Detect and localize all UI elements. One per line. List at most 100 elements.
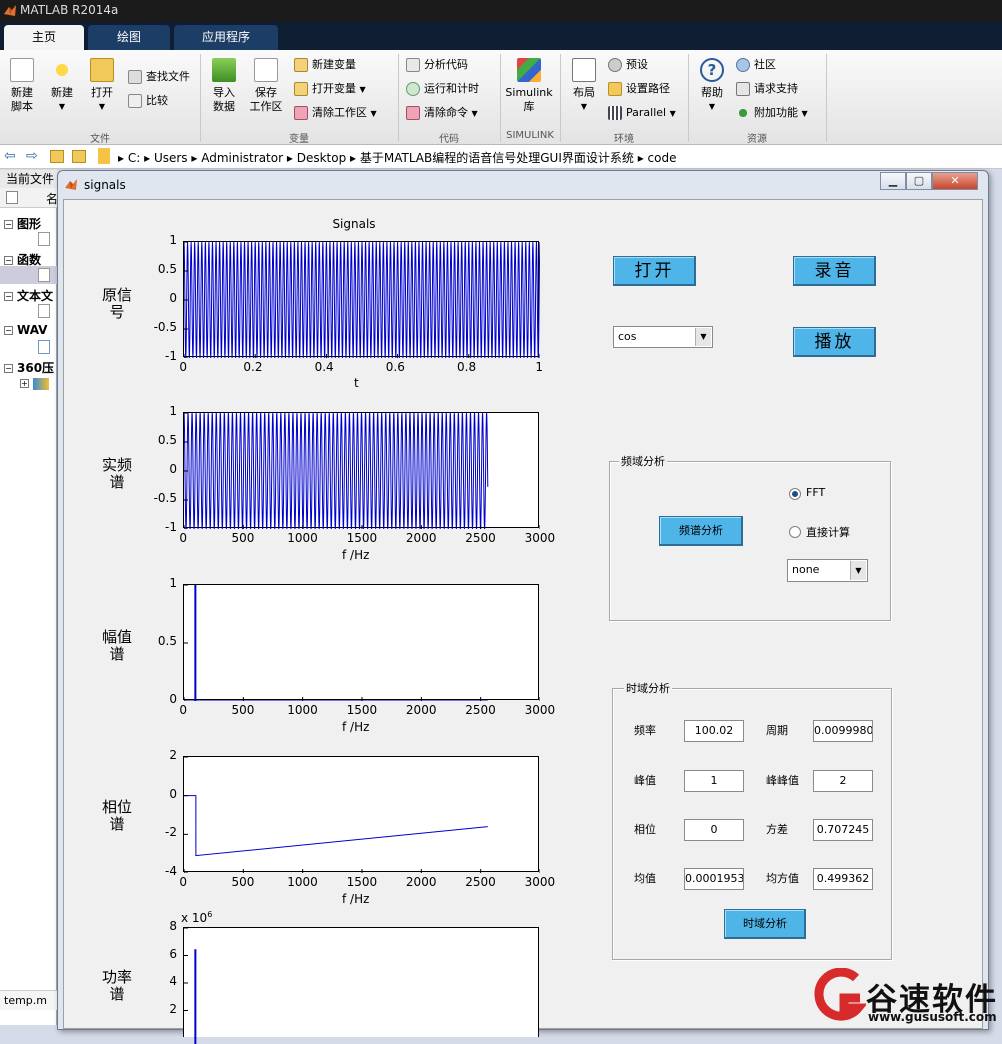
tree-group[interactable]: − WAV [4,323,47,337]
time-field-value[interactable]: 0.707245 [813,819,873,841]
x-tick-label: 2500 [465,703,496,717]
y-tick-label: 0 [169,291,177,305]
axes5-exponent-power: 6 [207,910,213,919]
collapse-icon[interactable]: − [4,256,13,265]
time-field-value[interactable]: 0.00019531 [684,868,744,890]
x-tick-label: 0.2 [243,360,263,374]
figure-titlebar[interactable]: signals ▁ ▢ ✕ [58,171,988,199]
parallel-button[interactable]: Parallel ▼ [608,104,676,122]
time-field-value[interactable]: 0.499362 [813,868,873,890]
breadcrumb-item[interactable]: Administrator [201,151,283,165]
clear-commands-button[interactable]: 清除命令 ▼ [406,104,478,122]
collapse-icon[interactable]: − [4,364,13,373]
time-field-value[interactable]: 1 [684,770,744,792]
analyze-code-button[interactable]: 分析代码 [406,56,468,74]
spectrum-analysis-button[interactable]: 频谱分析 [659,516,743,546]
y-tick-label: 0 [169,786,177,801]
time-field-value[interactable]: 0.00999805 [813,720,873,742]
save-workspace-button[interactable]: 保存 工作区 [246,58,286,114]
collapse-icon[interactable]: − [4,220,13,229]
run-and-time-button[interactable]: 运行和计时 [406,80,479,98]
community-button[interactable]: 社区 [736,56,776,74]
time-field-label: 均方值 [766,872,799,885]
axes-power-spectrum[interactable] [183,927,539,1044]
find-files-icon [128,70,142,84]
axes3-ylabel: 幅值 谱 [101,628,132,663]
axes-real-spectrum[interactable] [183,412,540,529]
breadcrumb-item[interactable]: C: [128,151,140,165]
compare-button[interactable]: 比较 [128,92,168,110]
window-type-select[interactable]: none ▼ [787,559,868,582]
addons-plus-icon [736,106,750,120]
import-data-button[interactable]: 导入 数据 [204,58,244,114]
checkbox-icon[interactable] [6,191,18,204]
clear-workspace-button[interactable]: 清除工作区 ▼ [294,104,377,122]
simulink-library-button[interactable]: Simulink 库 [504,58,554,114]
gear-icon [608,58,622,72]
y-tick-label: 4 [169,974,177,988]
open-button[interactable]: 打开 [613,256,696,286]
tree-group[interactable]: − 文本文 [4,287,53,304]
open-dropdown-icon: ▼ [98,102,106,111]
x-tick-label: 2500 [465,531,496,545]
request-support-button[interactable]: 请求支持 [736,80,798,98]
expand-icon[interactable]: + [20,379,29,388]
set-path-button[interactable]: 设置路径 [608,80,670,98]
preferences-button[interactable]: 预设 [608,56,648,74]
analyze-code-label: 分析代码 [424,58,468,71]
browse-folder-icon[interactable] [72,150,86,163]
x-tick-label: 1500 [346,531,378,545]
tree-group[interactable]: − 图形 [4,215,41,232]
chevron-down-icon[interactable]: ▼ [695,328,711,346]
tree-group[interactable]: −360压 [4,359,54,376]
breadcrumb-item[interactable]: Users [154,151,188,165]
help-button[interactable]: ? 帮助 ▼ [692,58,732,114]
address-bar[interactable]: ⇦ ⇨ ▸ C: ▸ Users ▸ Administrator ▸ Deskt… [0,145,1002,169]
folder-open-icon [90,58,114,82]
new-script-button[interactable]: 新建 脚本 [2,58,42,114]
axes-original-signal[interactable] [183,241,540,358]
forward-arrow-icon[interactable]: ⇨ [26,148,38,164]
tab-apps[interactable]: 应用程序 [174,25,278,50]
play-button[interactable]: 播放 [793,327,876,357]
breadcrumb-item[interactable]: 基于MATLAB编程的语音信号处理GUI界面设计系统 [360,151,634,165]
time-field-value[interactable]: 0 [684,819,744,841]
help-label: 帮助 [701,86,723,99]
open-button[interactable]: 打开 ▼ [82,58,122,114]
wav-file-icon[interactable] [38,340,50,354]
breadcrumb-item[interactable]: code [648,151,677,165]
new-button[interactable]: 新建 ▼ [42,58,82,114]
chevron-down-icon[interactable]: ▼ [850,561,866,580]
fft-radio[interactable] [789,488,801,500]
back-arrow-icon[interactable]: ⇦ [4,148,16,164]
addons-button[interactable]: 附加功能 ▼ [736,104,808,122]
layout-button[interactable]: 布局 ▼ [564,58,604,114]
maximize-icon[interactable]: ▢ [906,172,932,190]
selected-file-row[interactable] [0,266,57,284]
tab-home[interactable]: 主页 [4,25,84,50]
time-field-value[interactable]: 100.02 [684,720,744,742]
figure-file-icon[interactable] [38,232,50,246]
close-icon[interactable]: ✕ [932,172,978,190]
time-field-value[interactable]: 2 [813,770,873,792]
axes-phase-spectrum[interactable] [183,756,540,873]
minimize-icon[interactable]: ▁ [880,172,906,190]
text-file-icon[interactable] [38,304,50,318]
y-tick-label: 6 [169,946,177,961]
record-button[interactable]: 录音 [793,256,876,286]
up-folder-icon[interactable] [50,150,64,163]
find-files-button[interactable]: 查找文件 [128,68,190,86]
time-analysis-button[interactable]: 时域分析 [724,909,806,939]
tree-item[interactable]: + [20,376,49,390]
collapse-icon[interactable]: − [4,292,13,301]
axes-magnitude-spectrum[interactable] [183,584,540,701]
tab-plots[interactable]: 绘图 [88,25,170,50]
open-variable-button[interactable]: 打开变量 ▼ [294,80,366,98]
signal-type-select[interactable]: cos ▼ [613,326,713,348]
y-tick-label: -1 [165,349,177,363]
breadcrumb-item[interactable]: Desktop [297,151,347,165]
collapse-icon[interactable]: − [4,326,13,335]
brand-logo-icon [814,968,866,1021]
direct-compute-radio[interactable] [789,526,801,538]
new-variable-button[interactable]: 新建变量 [294,56,356,74]
